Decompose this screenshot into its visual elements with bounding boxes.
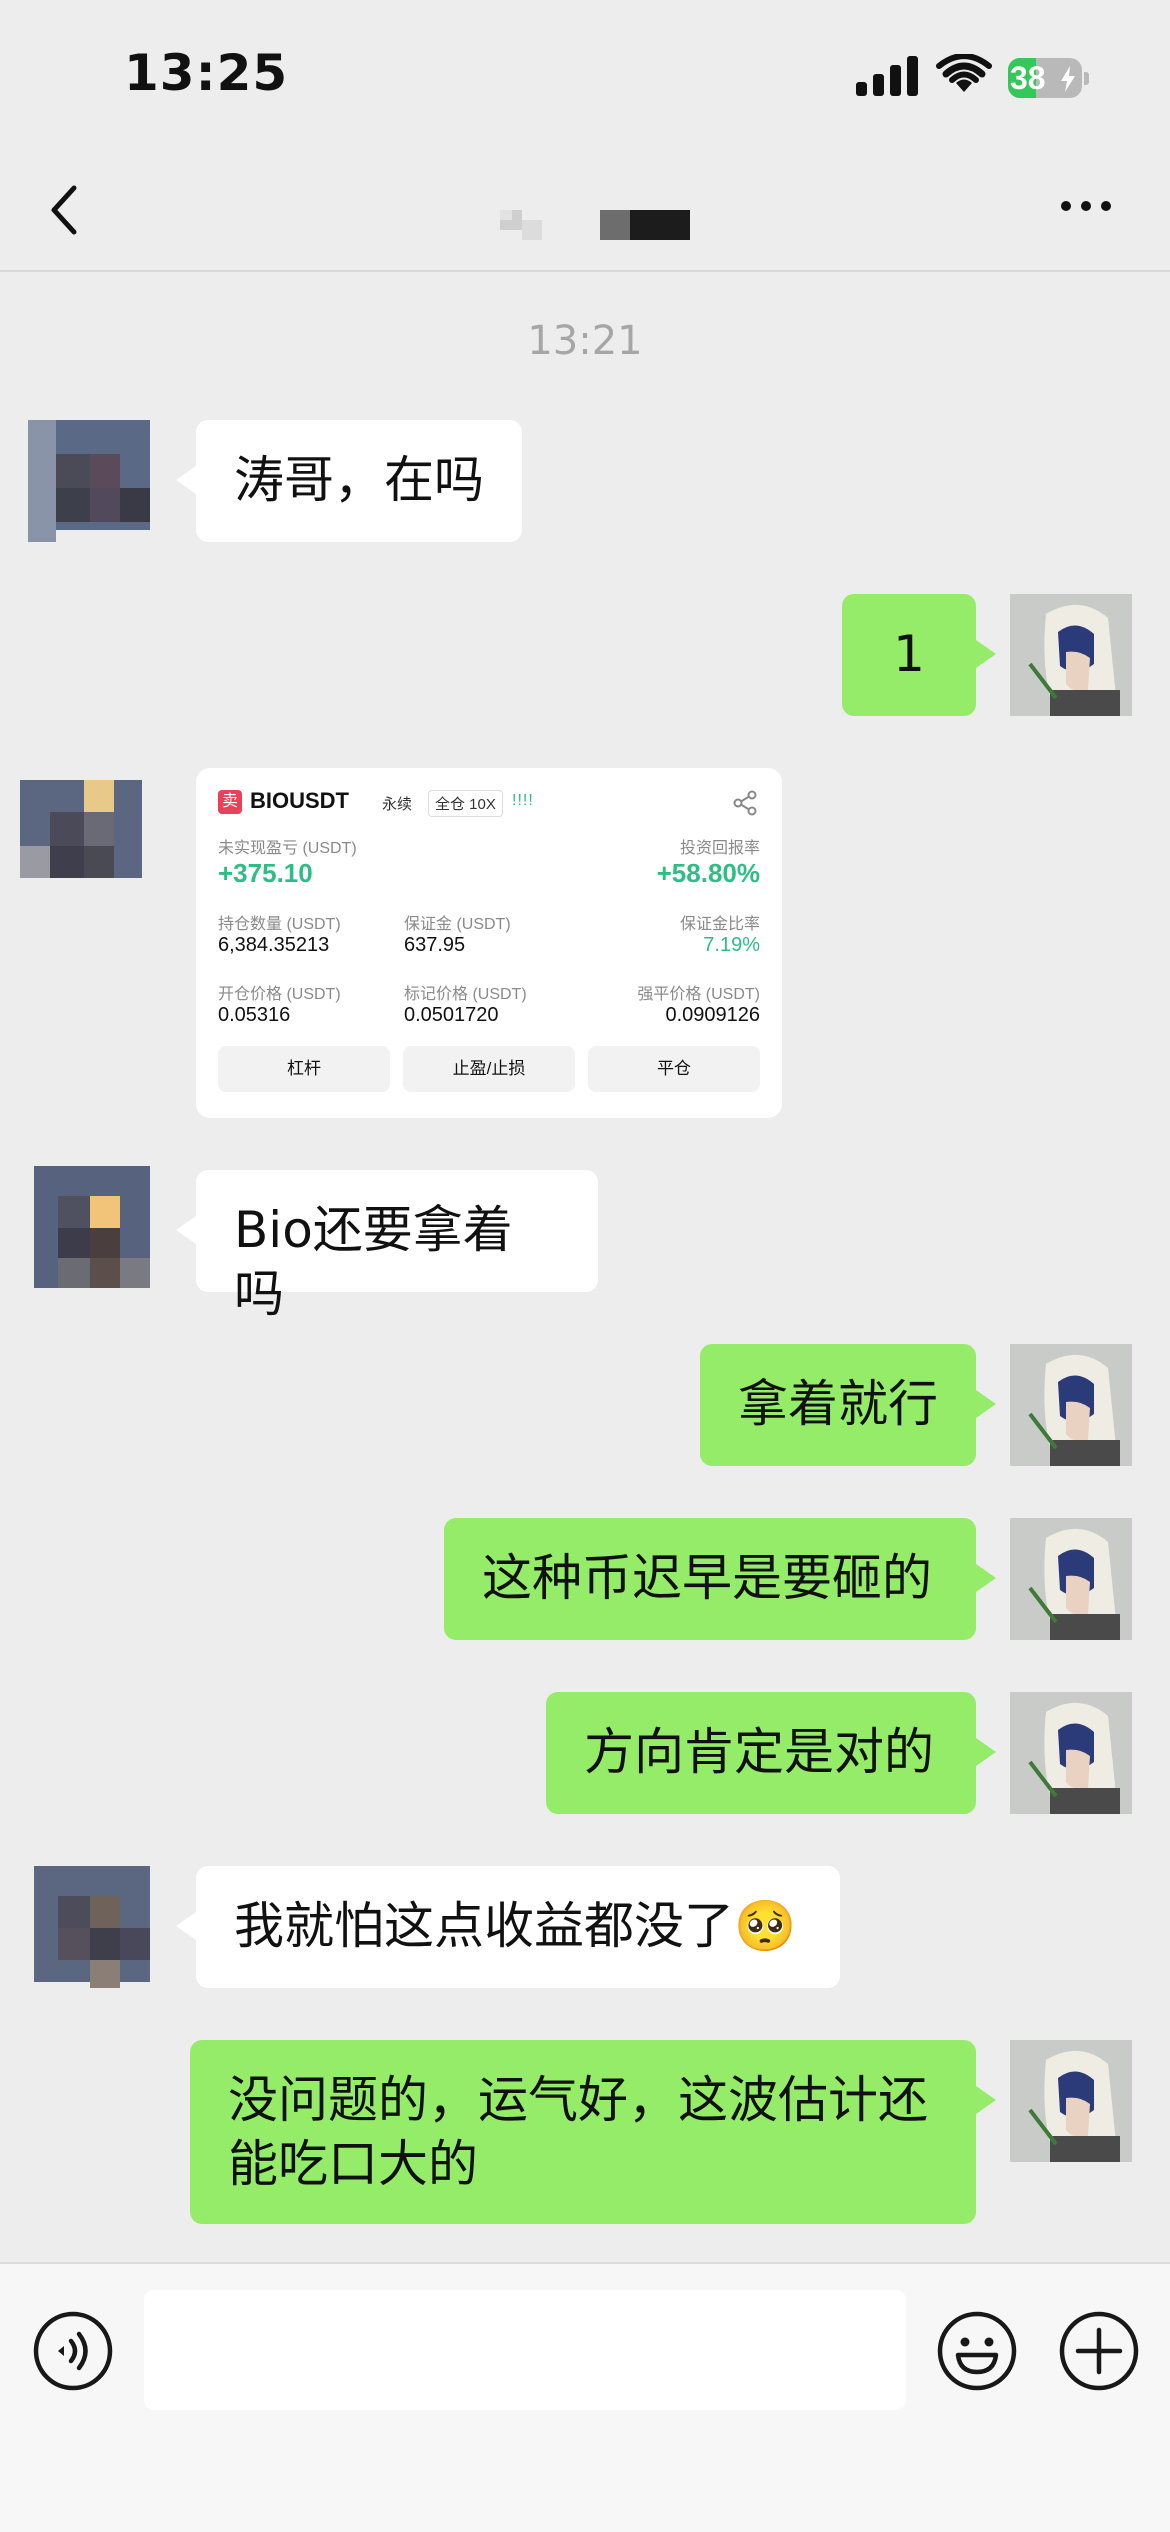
leverage-button: 杠杆 <box>218 1046 390 1092</box>
message-text: 拿着就行 <box>738 1375 938 1433</box>
entry-price-label: 开仓价格 (USDT) <box>218 986 341 1003</box>
close-position-button: 平仓 <box>588 1046 760 1092</box>
trade-screenshot-card[interactable]: 卖 BIOUSDT 永续 全仓 10X !!!! 未实现盈亏 (USDT) +3… <box>196 768 782 1118</box>
message-bubble[interactable]: 没问题的，运气好，这波估计还 能吃口大的 <box>190 2040 996 2224</box>
sell-tag: 卖 <box>218 790 242 814</box>
more-icon[interactable] <box>1058 194 1114 218</box>
my-avatar[interactable] <box>1010 1344 1132 1466</box>
perpetual-tag: 永续 <box>382 796 413 813</box>
roi-value: +58.80% <box>656 858 760 888</box>
margin-ratio-label: 保证金比率 <box>679 916 760 933</box>
my-avatar[interactable] <box>1010 1692 1132 1814</box>
unrealized-pnl-label: 未实现盈亏 (USDT) <box>218 840 357 857</box>
my-avatar[interactable] <box>1010 1518 1132 1640</box>
message-text: 1 <box>893 625 925 683</box>
unrealized-pnl-value: +375.10 <box>218 858 313 888</box>
message-bubble[interactable]: 这种币迟早是要砸的 <box>444 1518 996 1640</box>
contact-avatar[interactable] <box>20 780 142 902</box>
status-bar: 13:25 38 <box>0 0 1170 150</box>
message-timestamp: 13:21 <box>527 318 643 364</box>
emoji-icon[interactable] <box>936 2310 1018 2392</box>
margin-ratio-value: 7.19% <box>703 934 760 956</box>
message-text: 方向肯定是对的 <box>584 1723 934 1781</box>
my-avatar[interactable] <box>1010 2040 1132 2162</box>
position-size-label: 持仓数量 (USDT) <box>218 916 341 933</box>
contact-avatar[interactable] <box>28 1166 150 1288</box>
margin-label: 保证金 (USDT) <box>404 916 511 933</box>
message-bubble[interactable]: 拿着就行 <box>700 1344 996 1466</box>
message-input[interactable] <box>144 2290 906 2410</box>
message-bubble[interactable]: 方向肯定是对的 <box>546 1692 996 1814</box>
message-bubble[interactable]: Bio还要拿着吗 <box>176 1170 598 1323</box>
contact-avatar[interactable] <box>28 420 150 542</box>
contact-name-redacted <box>500 180 700 260</box>
battery-percent: 38 <box>1010 60 1046 96</box>
plus-icon[interactable] <box>1058 2310 1140 2392</box>
risk-bars: !!!! <box>512 792 534 809</box>
voice-icon[interactable] <box>32 2310 114 2392</box>
tp-sl-button: 止盈/止损 <box>403 1046 575 1092</box>
mark-price-label: 标记价格 (USDT) <box>404 986 527 1003</box>
liquidation-price-value: 0.0909126 <box>665 1004 760 1026</box>
share-icon <box>733 790 757 816</box>
message-bubble[interactable]: 涛哥，在吗 <box>176 420 522 542</box>
input-bar <box>0 2262 1170 2532</box>
entry-price-value: 0.05316 <box>218 1004 291 1026</box>
message-text: 这种币迟早是要砸的 <box>482 1549 932 1607</box>
roi-label: 投资回报率 <box>679 840 760 857</box>
message-text: 我就怕这点收益都没了🥺 <box>234 1897 797 1955</box>
battery-indicator: 38 <box>1008 58 1089 98</box>
contact-avatar[interactable] <box>28 1866 150 1988</box>
wifi-icon <box>936 54 992 92</box>
mark-price-value: 0.0501720 <box>404 1004 499 1026</box>
message-text-line: 能吃口大的 <box>228 2135 478 2193</box>
chat-header <box>0 150 1170 272</box>
charging-bolt-icon <box>1061 66 1075 92</box>
liquidation-price-label: 强平价格 (USDT) <box>637 986 760 1003</box>
status-time: 13:25 <box>124 44 289 102</box>
message-text-line: 没问题的，运气好，这波估计还 <box>228 2071 928 2129</box>
message-bubble[interactable]: 我就怕这点收益都没了🥺 <box>176 1866 840 1988</box>
position-size-value: 6,384.35213 <box>218 934 330 956</box>
message-bubble[interactable]: 1 <box>842 594 996 716</box>
symbol: BIOUSDT <box>250 788 349 813</box>
message-text: 涛哥，在吗 <box>234 451 484 509</box>
margin-mode-tag: 全仓 10X <box>428 790 503 817</box>
message-text: Bio还要拿着吗 <box>234 1201 513 1323</box>
my-avatar[interactable] <box>1010 594 1132 716</box>
cellular-signal-icon <box>856 56 918 96</box>
back-icon[interactable] <box>44 180 84 240</box>
margin-value: 637.95 <box>404 934 466 956</box>
